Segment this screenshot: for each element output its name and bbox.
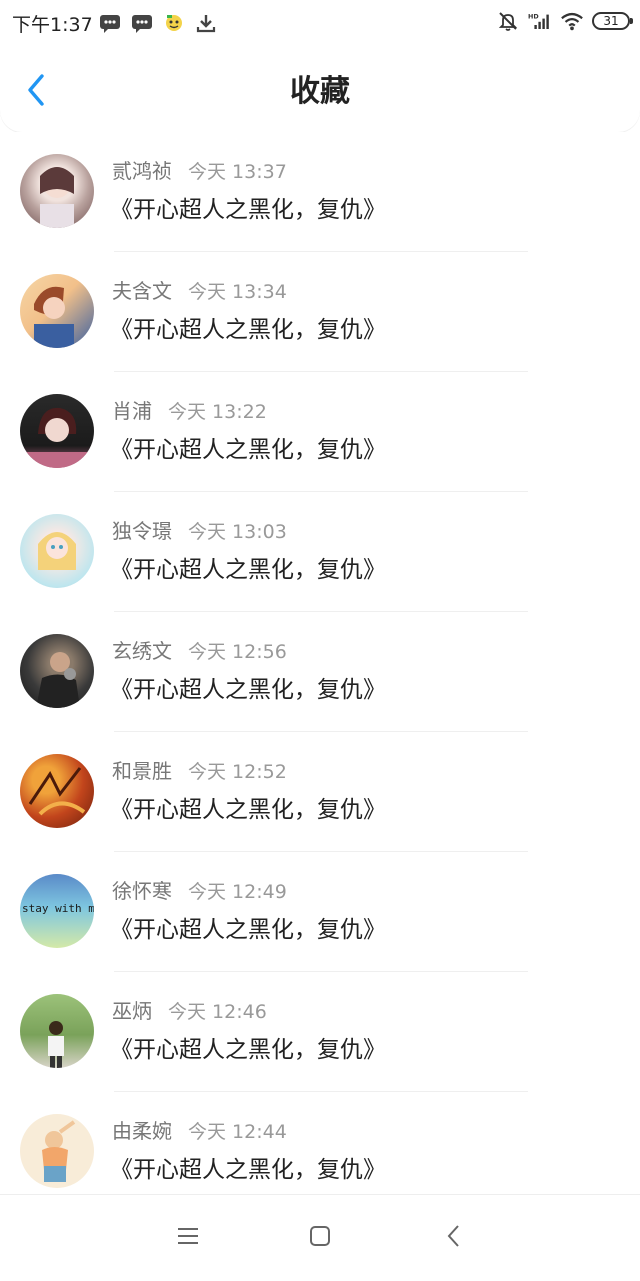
item-meta: 夫含文 今天 13:34 [112, 278, 287, 305]
username: 独令璟 [112, 519, 172, 543]
avatar [20, 1114, 94, 1188]
list-item[interactable]: 独令璟 今天 13:03 《开心超人之黑化，复仇》 [0, 492, 640, 612]
timestamp: 今天 13:34 [188, 281, 287, 303]
list-item[interactable]: 由柔婉 今天 12:44 《开心超人之黑化，复仇》 [0, 1092, 640, 1194]
system-back-button[interactable] [434, 1223, 474, 1253]
item-meta: 贰鸿祯 今天 13:37 [112, 158, 287, 185]
header: 收藏 [0, 52, 640, 132]
list-item[interactable]: 夫含文 今天 13:34 《开心超人之黑化，复仇》 [0, 252, 640, 372]
username: 巫炳 [112, 999, 152, 1023]
status-right-icons: HD 31 [496, 10, 633, 32]
username: 肖浦 [112, 399, 152, 423]
favorite-title: 《开心超人之黑化，复仇》 [110, 197, 386, 223]
item-meta: 由柔婉 今天 12:44 [112, 1118, 287, 1145]
item-meta: 玄绣文 今天 12:56 [112, 638, 287, 665]
timestamp: 今天 12:46 [168, 1001, 267, 1023]
chat-bubble-icon [98, 12, 122, 34]
username: 夫含文 [112, 279, 172, 303]
favorite-title: 《开心超人之黑化，复仇》 [110, 1157, 386, 1183]
avatar [20, 394, 94, 468]
username: 由柔婉 [112, 1119, 172, 1143]
item-meta: 和景胜 今天 12:52 [112, 758, 287, 785]
avatar [20, 754, 94, 828]
back-triangle-icon [444, 1223, 464, 1253]
favorite-title: 《开心超人之黑化，复仇》 [110, 1037, 386, 1063]
timestamp: 今天 12:44 [188, 1121, 287, 1143]
svg-text:HD: HD [528, 13, 539, 21]
favorite-title: 《开心超人之黑化，复仇》 [110, 677, 386, 703]
username: 玄绣文 [112, 639, 172, 663]
list-item[interactable]: 和景胜 今天 12:52 《开心超人之黑化，复仇》 [0, 732, 640, 852]
avatar-caption: stay with m [22, 902, 94, 915]
favorite-title: 《开心超人之黑化，复仇》 [110, 317, 386, 343]
menu-icon [176, 1225, 200, 1251]
home-button[interactable] [300, 1223, 340, 1253]
favorites-list[interactable]: 贰鸿祯 今天 13:37 《开心超人之黑化，复仇》 夫含文 今天 13:34 《… [0, 132, 640, 1194]
username: 贰鸿祯 [112, 159, 172, 183]
app-icon [162, 12, 186, 34]
list-item[interactable]: stay with m 徐怀寒 今天 12:49 《开心超人之黑化，复仇》 [0, 852, 640, 972]
timestamp: 今天 13:37 [188, 161, 287, 183]
system-nav-bar [0, 1194, 640, 1281]
timestamp: 今天 12:52 [188, 761, 287, 783]
chat-bubble-icon [130, 12, 154, 34]
favorite-title: 《开心超人之黑化，复仇》 [110, 437, 386, 463]
wifi-icon [560, 10, 584, 32]
status-time: 下午1:37 [12, 14, 93, 36]
battery-indicator: 31 [592, 12, 633, 30]
status-left-icons [98, 12, 218, 34]
username: 徐怀寒 [112, 879, 172, 903]
timestamp: 今天 13:22 [168, 401, 267, 423]
favorite-title: 《开心超人之黑化，复仇》 [110, 797, 386, 823]
avatar [20, 994, 94, 1068]
list-item[interactable]: 玄绣文 今天 12:56 《开心超人之黑化，复仇》 [0, 612, 640, 732]
timestamp: 今天 13:03 [188, 521, 287, 543]
avatar [20, 514, 94, 588]
avatar [20, 634, 94, 708]
item-meta: 徐怀寒 今天 12:49 [112, 878, 287, 905]
favorite-title: 《开心超人之黑化，复仇》 [110, 557, 386, 583]
silent-bell-icon [496, 10, 520, 32]
avatar [20, 154, 94, 228]
download-icon [194, 12, 218, 34]
hd-signal-icon: HD [528, 10, 552, 32]
list-item[interactable]: 巫炳 今天 12:46 《开心超人之黑化，复仇》 [0, 972, 640, 1092]
square-home-icon [308, 1224, 332, 1252]
list-item[interactable]: 肖浦 今天 13:22 《开心超人之黑化，复仇》 [0, 372, 640, 492]
favorite-title: 《开心超人之黑化，复仇》 [110, 917, 386, 943]
item-meta: 独令璟 今天 13:03 [112, 518, 287, 545]
list-item[interactable]: 贰鸿祯 今天 13:37 《开心超人之黑化，复仇》 [0, 132, 640, 252]
timestamp: 今天 12:56 [188, 641, 287, 663]
avatar [20, 274, 94, 348]
page-title: 收藏 [290, 74, 350, 109]
item-meta: 巫炳 今天 12:46 [112, 998, 267, 1025]
username: 和景胜 [112, 759, 172, 783]
menu-button[interactable] [168, 1223, 208, 1253]
avatar: stay with m [20, 874, 94, 948]
status-bar: 下午1:37 HD 31 [0, 0, 640, 52]
item-meta: 肖浦 今天 13:22 [112, 398, 267, 425]
timestamp: 今天 12:49 [188, 881, 287, 903]
